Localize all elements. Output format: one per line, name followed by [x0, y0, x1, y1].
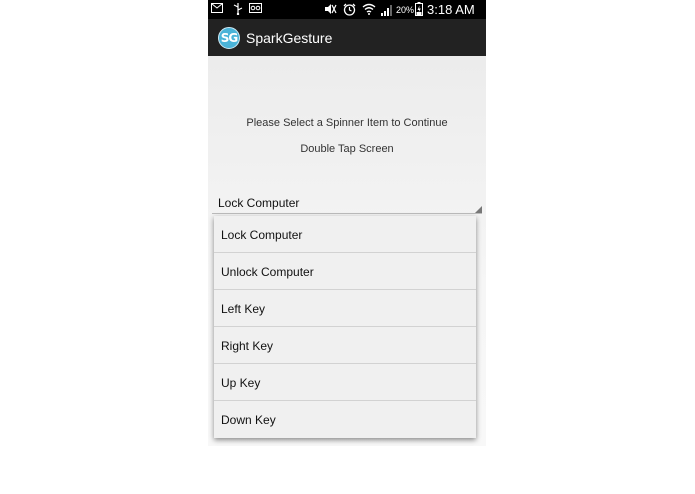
spinner-underline: [212, 213, 482, 214]
mute-icon: [325, 4, 337, 14]
spinner-selected-value: Lock Computer: [218, 196, 300, 210]
mail-icon: [211, 3, 223, 13]
spinner-dropdown: Lock Computer Unlock Computer Left Key R…: [214, 216, 476, 438]
dropdown-item-right-key[interactable]: Right Key: [214, 327, 476, 364]
dropdown-item-label: Down Key: [221, 413, 276, 427]
battery-percent: 20%: [396, 5, 415, 15]
gesture-spinner[interactable]: Lock Computer: [208, 192, 486, 214]
phone-screen: 20% 3:18 AM SG SparkGesture Please Selec…: [208, 0, 486, 494]
dropdown-item-label: Up Key: [221, 376, 261, 390]
dropdown-item-label: Left Key: [221, 302, 266, 316]
wifi-icon: [362, 3, 376, 15]
dropdown-item-label: Unlock Computer: [221, 265, 314, 279]
dropdown-item-left-key[interactable]: Left Key: [214, 290, 476, 327]
dropdown-item-unlock-computer[interactable]: Unlock Computer: [214, 253, 476, 290]
signal-icon: [381, 5, 392, 16]
main-content[interactable]: Please Select a Spinner Item to Continue…: [208, 56, 486, 446]
instruction-double-tap: Double Tap Screen: [300, 143, 394, 155]
app-logo-icon: SG: [218, 27, 240, 49]
battery-icon: [415, 2, 423, 16]
instruction-select: Please Select a Spinner Item to Continue: [246, 117, 448, 129]
app-title: SparkGesture: [246, 30, 333, 46]
dropdown-item-down-key[interactable]: Down Key: [214, 401, 476, 438]
spinner-arrow-icon: [475, 206, 482, 213]
status-icons-right: 20% 3:18 AM: [324, 0, 484, 19]
clock: 3:18 AM: [427, 2, 475, 17]
usb-icon: [233, 3, 243, 15]
dropdown-item-lock-computer[interactable]: Lock Computer: [214, 216, 476, 253]
voicemail-icon: [249, 3, 262, 13]
status-bar: 20% 3:18 AM: [208, 0, 486, 19]
alarm-icon: [343, 3, 356, 16]
dropdown-item-label: Lock Computer: [221, 228, 303, 242]
dropdown-item-label: Right Key: [221, 339, 274, 353]
dropdown-item-up-key[interactable]: Up Key: [214, 364, 476, 401]
action-bar: SG SparkGesture: [208, 19, 486, 56]
